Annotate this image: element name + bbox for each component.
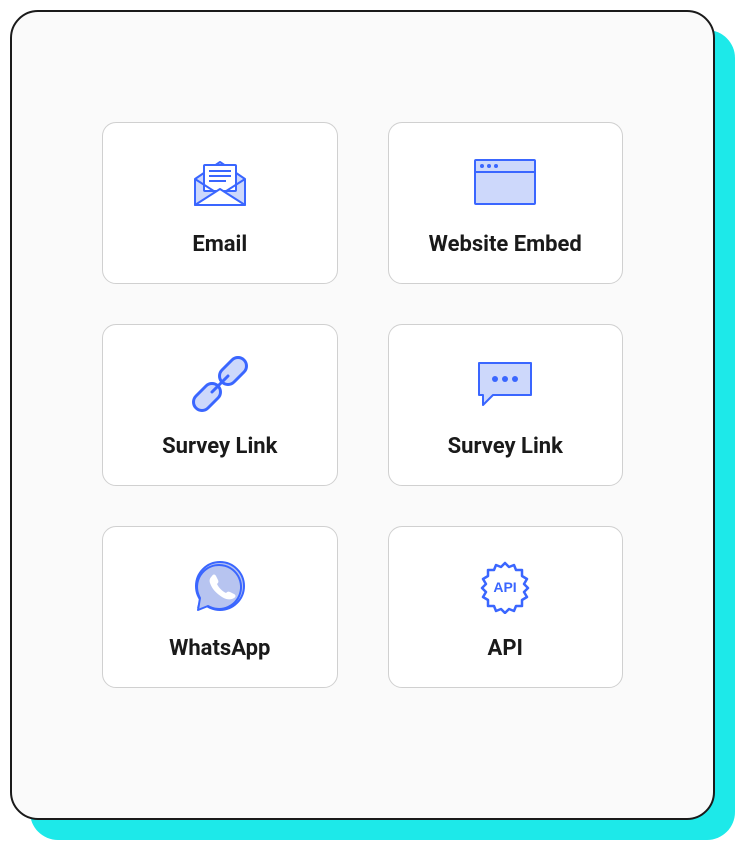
- chat-icon: [475, 352, 535, 416]
- whatsapp-icon: [192, 554, 248, 618]
- option-label: Survey Link: [162, 434, 277, 459]
- option-tile-survey-link-1[interactable]: Survey Link: [102, 324, 338, 486]
- option-label: Website Embed: [429, 232, 582, 257]
- browser-icon: [473, 150, 537, 214]
- option-tile-api[interactable]: API API: [388, 526, 624, 688]
- options-card: Email Website Embed: [10, 10, 715, 820]
- email-icon: [190, 150, 250, 214]
- option-label: WhatsApp: [169, 636, 270, 661]
- option-label: Survey Link: [448, 434, 563, 459]
- link-icon: [192, 352, 248, 416]
- option-tile-email[interactable]: Email: [102, 122, 338, 284]
- option-tile-survey-link-2[interactable]: Survey Link: [388, 324, 624, 486]
- option-label: API: [488, 636, 523, 661]
- option-label: Email: [192, 232, 247, 257]
- svg-text:API: API: [494, 579, 517, 595]
- option-tile-whatsapp[interactable]: WhatsApp: [102, 526, 338, 688]
- option-tile-website-embed[interactable]: Website Embed: [388, 122, 624, 284]
- options-grid: Email Website Embed: [102, 122, 623, 688]
- api-gear-icon: API: [477, 554, 533, 618]
